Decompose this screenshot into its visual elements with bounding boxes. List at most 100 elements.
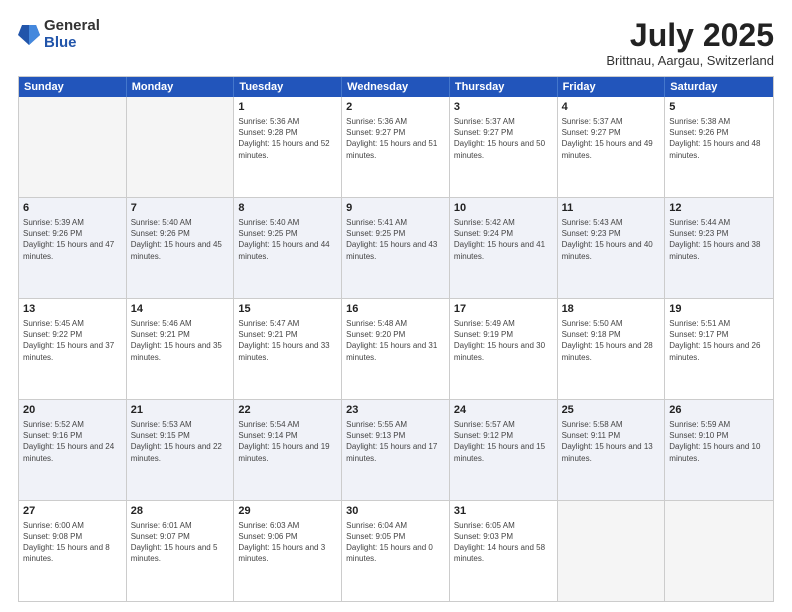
- day-info: Sunrise: 5:37 AM Sunset: 9:27 PM Dayligh…: [454, 116, 553, 161]
- day-cell-25: 25Sunrise: 5:58 AM Sunset: 9:11 PM Dayli…: [558, 400, 666, 500]
- day-cell-19: 19Sunrise: 5:51 AM Sunset: 9:17 PM Dayli…: [665, 299, 773, 399]
- day-info: Sunrise: 5:57 AM Sunset: 9:12 PM Dayligh…: [454, 419, 553, 464]
- calendar-row-0: 1Sunrise: 5:36 AM Sunset: 9:28 PM Daylig…: [19, 97, 773, 198]
- day-cell-21: 21Sunrise: 5:53 AM Sunset: 9:15 PM Dayli…: [127, 400, 235, 500]
- day-cell-12: 12Sunrise: 5:44 AM Sunset: 9:23 PM Dayli…: [665, 198, 773, 298]
- day-info: Sunrise: 6:05 AM Sunset: 9:03 PM Dayligh…: [454, 520, 553, 565]
- day-number: 20: [23, 403, 122, 418]
- calendar-row-2: 13Sunrise: 5:45 AM Sunset: 9:22 PM Dayli…: [19, 299, 773, 400]
- day-number: 23: [346, 403, 445, 418]
- day-number: 14: [131, 302, 230, 317]
- day-cell-4: 4Sunrise: 5:37 AM Sunset: 9:27 PM Daylig…: [558, 97, 666, 197]
- header-day-wednesday: Wednesday: [342, 77, 450, 97]
- logo-general: General: [44, 18, 100, 35]
- day-info: Sunrise: 5:43 AM Sunset: 9:23 PM Dayligh…: [562, 217, 661, 262]
- day-cell-18: 18Sunrise: 5:50 AM Sunset: 9:18 PM Dayli…: [558, 299, 666, 399]
- day-info: Sunrise: 5:46 AM Sunset: 9:21 PM Dayligh…: [131, 318, 230, 363]
- day-info: Sunrise: 5:54 AM Sunset: 9:14 PM Dayligh…: [238, 419, 337, 464]
- day-number: 13: [23, 302, 122, 317]
- empty-cell: [127, 97, 235, 197]
- calendar-header: SundayMondayTuesdayWednesdayThursdayFrid…: [19, 77, 773, 97]
- day-info: Sunrise: 5:52 AM Sunset: 9:16 PM Dayligh…: [23, 419, 122, 464]
- day-number: 17: [454, 302, 553, 317]
- day-info: Sunrise: 5:48 AM Sunset: 9:20 PM Dayligh…: [346, 318, 445, 363]
- day-number: 31: [454, 504, 553, 519]
- day-number: 11: [562, 201, 661, 216]
- day-cell-6: 6Sunrise: 5:39 AM Sunset: 9:26 PM Daylig…: [19, 198, 127, 298]
- header-day-sunday: Sunday: [19, 77, 127, 97]
- day-cell-11: 11Sunrise: 5:43 AM Sunset: 9:23 PM Dayli…: [558, 198, 666, 298]
- day-number: 12: [669, 201, 769, 216]
- day-info: Sunrise: 5:59 AM Sunset: 9:10 PM Dayligh…: [669, 419, 769, 464]
- header-day-friday: Friday: [558, 77, 666, 97]
- header-day-thursday: Thursday: [450, 77, 558, 97]
- day-number: 19: [669, 302, 769, 317]
- day-number: 27: [23, 504, 122, 519]
- day-info: Sunrise: 5:40 AM Sunset: 9:26 PM Dayligh…: [131, 217, 230, 262]
- day-cell-3: 3Sunrise: 5:37 AM Sunset: 9:27 PM Daylig…: [450, 97, 558, 197]
- day-number: 26: [669, 403, 769, 418]
- calendar-body: 1Sunrise: 5:36 AM Sunset: 9:28 PM Daylig…: [19, 97, 773, 601]
- day-info: Sunrise: 5:39 AM Sunset: 9:26 PM Dayligh…: [23, 217, 122, 262]
- day-number: 2: [346, 100, 445, 115]
- day-info: Sunrise: 5:37 AM Sunset: 9:27 PM Dayligh…: [562, 116, 661, 161]
- empty-cell: [558, 501, 666, 601]
- header-day-saturday: Saturday: [665, 77, 773, 97]
- day-number: 5: [669, 100, 769, 115]
- day-number: 15: [238, 302, 337, 317]
- day-cell-23: 23Sunrise: 5:55 AM Sunset: 9:13 PM Dayli…: [342, 400, 450, 500]
- day-cell-22: 22Sunrise: 5:54 AM Sunset: 9:14 PM Dayli…: [234, 400, 342, 500]
- day-info: Sunrise: 5:45 AM Sunset: 9:22 PM Dayligh…: [23, 318, 122, 363]
- calendar-row-3: 20Sunrise: 5:52 AM Sunset: 9:16 PM Dayli…: [19, 400, 773, 501]
- empty-cell: [19, 97, 127, 197]
- day-info: Sunrise: 6:01 AM Sunset: 9:07 PM Dayligh…: [131, 520, 230, 565]
- day-number: 24: [454, 403, 553, 418]
- day-number: 22: [238, 403, 337, 418]
- header: General Blue July 2025 Brittnau, Aargau,…: [18, 18, 774, 68]
- day-cell-24: 24Sunrise: 5:57 AM Sunset: 9:12 PM Dayli…: [450, 400, 558, 500]
- day-cell-20: 20Sunrise: 5:52 AM Sunset: 9:16 PM Dayli…: [19, 400, 127, 500]
- day-info: Sunrise: 5:55 AM Sunset: 9:13 PM Dayligh…: [346, 419, 445, 464]
- day-cell-2: 2Sunrise: 5:36 AM Sunset: 9:27 PM Daylig…: [342, 97, 450, 197]
- header-day-monday: Monday: [127, 77, 235, 97]
- day-info: Sunrise: 5:41 AM Sunset: 9:25 PM Dayligh…: [346, 217, 445, 262]
- logo: General Blue: [18, 18, 100, 51]
- day-number: 16: [346, 302, 445, 317]
- day-cell-30: 30Sunrise: 6:04 AM Sunset: 9:05 PM Dayli…: [342, 501, 450, 601]
- day-cell-29: 29Sunrise: 6:03 AM Sunset: 9:06 PM Dayli…: [234, 501, 342, 601]
- day-cell-7: 7Sunrise: 5:40 AM Sunset: 9:26 PM Daylig…: [127, 198, 235, 298]
- day-number: 10: [454, 201, 553, 216]
- day-number: 7: [131, 201, 230, 216]
- day-cell-27: 27Sunrise: 6:00 AM Sunset: 9:08 PM Dayli…: [19, 501, 127, 601]
- day-cell-10: 10Sunrise: 5:42 AM Sunset: 9:24 PM Dayli…: [450, 198, 558, 298]
- day-info: Sunrise: 6:04 AM Sunset: 9:05 PM Dayligh…: [346, 520, 445, 565]
- day-info: Sunrise: 5:47 AM Sunset: 9:21 PM Dayligh…: [238, 318, 337, 363]
- day-number: 30: [346, 504, 445, 519]
- day-info: Sunrise: 5:58 AM Sunset: 9:11 PM Dayligh…: [562, 419, 661, 464]
- day-cell-13: 13Sunrise: 5:45 AM Sunset: 9:22 PM Dayli…: [19, 299, 127, 399]
- day-info: Sunrise: 5:51 AM Sunset: 9:17 PM Dayligh…: [669, 318, 769, 363]
- day-info: Sunrise: 5:36 AM Sunset: 9:27 PM Dayligh…: [346, 116, 445, 161]
- day-cell-16: 16Sunrise: 5:48 AM Sunset: 9:20 PM Dayli…: [342, 299, 450, 399]
- day-cell-1: 1Sunrise: 5:36 AM Sunset: 9:28 PM Daylig…: [234, 97, 342, 197]
- day-cell-17: 17Sunrise: 5:49 AM Sunset: 9:19 PM Dayli…: [450, 299, 558, 399]
- day-number: 25: [562, 403, 661, 418]
- day-number: 18: [562, 302, 661, 317]
- day-info: Sunrise: 5:44 AM Sunset: 9:23 PM Dayligh…: [669, 217, 769, 262]
- month-title: July 2025: [606, 18, 774, 53]
- logo-text: General Blue: [44, 18, 100, 51]
- day-info: Sunrise: 5:36 AM Sunset: 9:28 PM Dayligh…: [238, 116, 337, 161]
- day-cell-8: 8Sunrise: 5:40 AM Sunset: 9:25 PM Daylig…: [234, 198, 342, 298]
- day-info: Sunrise: 5:40 AM Sunset: 9:25 PM Dayligh…: [238, 217, 337, 262]
- subtitle: Brittnau, Aargau, Switzerland: [606, 53, 774, 68]
- day-number: 4: [562, 100, 661, 115]
- day-info: Sunrise: 5:50 AM Sunset: 9:18 PM Dayligh…: [562, 318, 661, 363]
- day-number: 6: [23, 201, 122, 216]
- day-number: 21: [131, 403, 230, 418]
- day-info: Sunrise: 6:00 AM Sunset: 9:08 PM Dayligh…: [23, 520, 122, 565]
- day-info: Sunrise: 5:49 AM Sunset: 9:19 PM Dayligh…: [454, 318, 553, 363]
- day-number: 3: [454, 100, 553, 115]
- day-info: Sunrise: 6:03 AM Sunset: 9:06 PM Dayligh…: [238, 520, 337, 565]
- logo-blue: Blue: [44, 35, 100, 52]
- day-number: 8: [238, 201, 337, 216]
